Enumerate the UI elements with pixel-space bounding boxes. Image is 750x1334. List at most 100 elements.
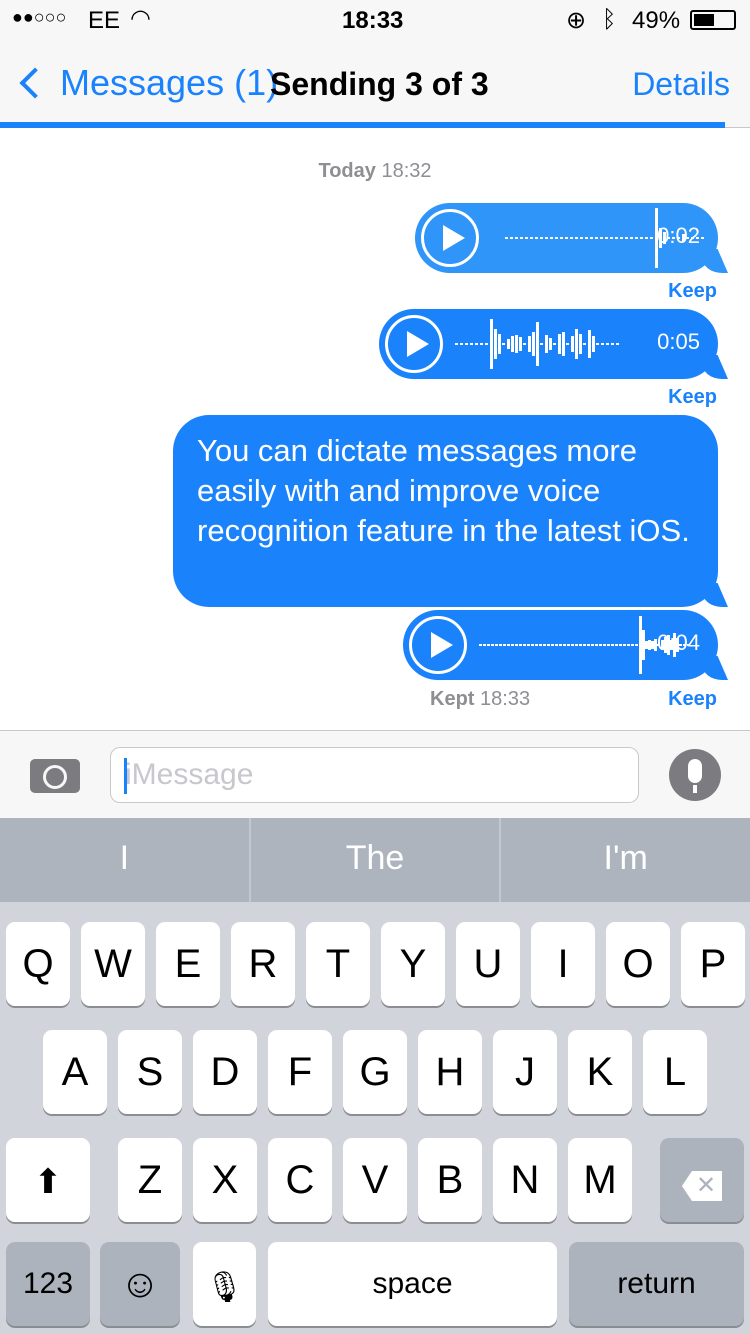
status-bar: ●●○○○ EE ◠ 18:33 ⊕ ᛒ 49% [0, 0, 750, 40]
wave-bar [630, 237, 633, 239]
wave-bar [523, 343, 526, 345]
keep-button[interactable]: Keep [668, 688, 717, 711]
wave-bar [465, 343, 468, 345]
wave-bar [567, 644, 570, 646]
duration: 0:05 [657, 329, 700, 354]
keep-button[interactable]: Keep [668, 280, 717, 303]
wave-bar [625, 237, 628, 239]
wave-bar [563, 644, 566, 646]
numbers-key[interactable]: 123 [6, 1242, 90, 1326]
wave-bar [520, 237, 523, 239]
key-o[interactable]: O [606, 922, 670, 1006]
wave-bar [575, 329, 578, 359]
wave-bar [570, 237, 573, 239]
key-y[interactable]: Y [381, 922, 445, 1006]
wave-bar [536, 322, 539, 366]
suggestion[interactable]: I [0, 818, 251, 902]
wave-bar [555, 644, 558, 646]
suggestion[interactable]: I'm [501, 818, 750, 902]
wave-bar [535, 644, 538, 646]
waveform [455, 309, 620, 379]
key-c[interactable]: C [268, 1138, 332, 1222]
key-r[interactable]: R [231, 922, 295, 1006]
wave-bar [599, 644, 602, 646]
wave-bar [558, 334, 561, 354]
wave-bar [571, 644, 574, 646]
shift-key[interactable]: ⬆ [6, 1138, 90, 1222]
wave-bar [645, 237, 648, 239]
key-x[interactable]: X [193, 1138, 257, 1222]
audio-message[interactable]: 0:04 [403, 610, 728, 680]
key-a[interactable]: A [43, 1030, 107, 1114]
battery-percent: 49% [632, 7, 681, 34]
key-k[interactable]: K [568, 1030, 632, 1114]
dictation-key[interactable]: 🎙 [193, 1242, 256, 1326]
key-l[interactable]: L [643, 1030, 707, 1114]
wave-bar [640, 237, 643, 239]
wave-bar [635, 237, 638, 239]
wave-bar [596, 343, 599, 345]
play-button[interactable] [409, 616, 467, 674]
key-z[interactable]: Z [118, 1138, 182, 1222]
wave-bar [583, 644, 586, 646]
return-key[interactable]: return [569, 1242, 744, 1326]
wave-bar [528, 336, 531, 352]
key-p[interactable]: P [681, 922, 745, 1006]
wave-bar [553, 343, 556, 345]
key-h[interactable]: H [418, 1030, 482, 1114]
key-e[interactable]: E [156, 922, 220, 1006]
audio-message[interactable]: 0:05 [379, 309, 728, 379]
key-g[interactable]: G [343, 1030, 407, 1114]
key-d[interactable]: D [193, 1030, 257, 1114]
key-n[interactable]: N [493, 1138, 557, 1222]
key-j[interactable]: J [493, 1030, 557, 1114]
wave-bar [583, 343, 586, 345]
camera-icon[interactable] [30, 759, 80, 793]
wave-bar [515, 237, 518, 239]
key-i[interactable]: I [531, 922, 595, 1006]
key-w[interactable]: W [81, 922, 145, 1006]
microphone-button[interactable] [669, 749, 721, 801]
play-button[interactable] [421, 209, 479, 267]
wave-bar [591, 644, 594, 646]
wave-bar [555, 237, 558, 239]
key-v[interactable]: V [343, 1138, 407, 1222]
key-b[interactable]: B [418, 1138, 482, 1222]
wave-bar [579, 644, 582, 646]
emoji-icon: ☺ [119, 1262, 161, 1306]
play-button[interactable] [385, 315, 443, 373]
wave-bar [603, 644, 606, 646]
details-button[interactable]: Details [632, 66, 730, 103]
wave-bar [519, 337, 522, 351]
key-s[interactable]: S [118, 1030, 182, 1114]
wave-bar [475, 343, 478, 345]
wave-bar [575, 644, 578, 646]
key-f[interactable]: F [268, 1030, 332, 1114]
rotation-lock-icon: ⊕ [566, 7, 587, 34]
signal-icon: ●●○○○ [12, 7, 67, 27]
audio-message[interactable]: 0:02 [415, 203, 728, 273]
back-button[interactable]: Messages (1) [14, 62, 278, 104]
emoji-key[interactable]: ☺ [100, 1242, 180, 1326]
suggestion[interactable]: The [251, 818, 502, 902]
wave-bar [483, 644, 486, 646]
keep-button[interactable]: Keep [668, 386, 717, 409]
wave-bar [505, 237, 508, 239]
message-input[interactable]: iMessage [110, 747, 639, 803]
wave-bar [595, 644, 598, 646]
backspace-key[interactable]: ✕ [660, 1138, 744, 1222]
send-progress-bar [0, 122, 725, 128]
space-key[interactable]: space [268, 1242, 557, 1326]
key-t[interactable]: T [306, 922, 370, 1006]
wave-bar [510, 237, 513, 239]
wave-bar [525, 237, 528, 239]
key-u[interactable]: U [456, 922, 520, 1006]
wave-bar [565, 237, 568, 239]
wave-bar [587, 644, 590, 646]
wave-bar [575, 237, 578, 239]
key-m[interactable]: M [568, 1138, 632, 1222]
key-q[interactable]: Q [6, 922, 70, 1006]
message-text: You can dictate messages more easily wit… [197, 433, 690, 548]
wave-bar [615, 644, 618, 646]
wave-bar [502, 343, 505, 345]
